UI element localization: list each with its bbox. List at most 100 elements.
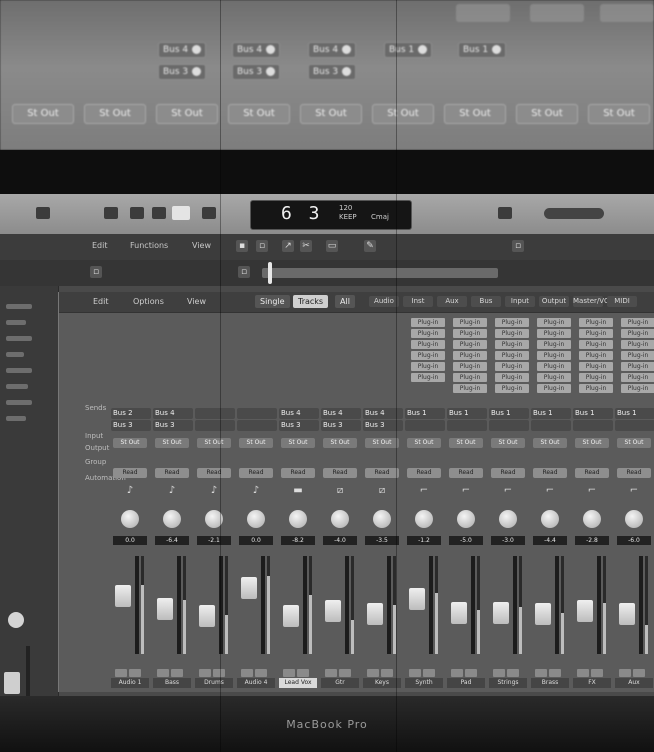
lcd-display[interactable]: 6 3 120 KEEP Cmaj bbox=[250, 200, 412, 230]
volume-fader[interactable] bbox=[325, 600, 341, 623]
volume-fader[interactable] bbox=[157, 597, 173, 620]
channel-name[interactable]: Brass bbox=[531, 678, 569, 688]
pan-knob[interactable] bbox=[499, 510, 517, 528]
send-level-knob-icon[interactable] bbox=[266, 45, 276, 54]
volume-fader[interactable] bbox=[283, 604, 299, 627]
mute-button[interactable] bbox=[493, 669, 505, 677]
automation-mode[interactable]: Read bbox=[449, 468, 483, 478]
send-slot-1[interactable]: Bus 4 bbox=[153, 408, 193, 419]
send-level-knob-icon[interactable] bbox=[192, 67, 202, 76]
output-slot[interactable]: St Out bbox=[281, 438, 315, 448]
send-level-knob-icon[interactable] bbox=[418, 45, 428, 54]
automation-mode[interactable]: Read bbox=[533, 468, 567, 478]
send-slot-1[interactable]: Bus 1 bbox=[531, 408, 571, 419]
pan-knob[interactable] bbox=[541, 510, 559, 528]
zoom-icon[interactable]: ▫ bbox=[512, 240, 524, 252]
channel-name[interactable]: Strings bbox=[489, 678, 527, 688]
output-slot[interactable]: St Out bbox=[113, 438, 147, 448]
volume-fader[interactable] bbox=[199, 605, 215, 628]
output-slot[interactable]: St Out bbox=[617, 438, 651, 448]
volume-fader[interactable] bbox=[451, 601, 467, 624]
region-icon[interactable]: ▫ bbox=[90, 266, 102, 278]
cycle-region[interactable] bbox=[262, 268, 498, 278]
go-to-start-button[interactable] bbox=[104, 207, 118, 219]
mute-button[interactable] bbox=[577, 669, 589, 677]
top-send-slot[interactable]: Bus 1 bbox=[458, 42, 507, 58]
pan-knob[interactable] bbox=[289, 510, 307, 528]
send-slot-2[interactable] bbox=[531, 420, 571, 431]
send-slot-1[interactable]: Bus 1 bbox=[615, 408, 654, 419]
output-slot[interactable]: St Out bbox=[197, 438, 231, 448]
send-slot-2[interactable]: Bus 3 bbox=[363, 420, 403, 431]
send-level-knob-icon[interactable] bbox=[342, 45, 352, 54]
mute-button[interactable] bbox=[619, 669, 631, 677]
list-editors-button[interactable] bbox=[498, 207, 512, 219]
channel-name[interactable]: Synth bbox=[405, 678, 443, 688]
mixer-edit-menu[interactable]: Edit bbox=[93, 297, 109, 306]
volume-fader[interactable] bbox=[619, 603, 635, 626]
mute-button[interactable] bbox=[409, 669, 421, 677]
send-slot-2[interactable] bbox=[573, 420, 613, 431]
top-send-slot[interactable]: Bus 4 bbox=[308, 42, 357, 58]
automation-mode[interactable]: Read bbox=[155, 468, 189, 478]
stop-button[interactable] bbox=[152, 207, 166, 219]
channel-name[interactable]: Gtr bbox=[321, 678, 359, 688]
solo-button[interactable] bbox=[255, 669, 267, 677]
top-output-slot[interactable]: St Out bbox=[156, 104, 218, 124]
top-send-slot[interactable]: Bus 4 bbox=[232, 42, 281, 58]
output-slot[interactable]: St Out bbox=[407, 438, 441, 448]
pan-knob[interactable] bbox=[121, 510, 139, 528]
send-slot-1[interactable]: Bus 1 bbox=[573, 408, 613, 419]
mute-button[interactable] bbox=[241, 669, 253, 677]
send-level-knob-icon[interactable] bbox=[492, 45, 502, 54]
send-slot-2[interactable] bbox=[405, 420, 445, 431]
top-output-slot[interactable]: St Out bbox=[372, 104, 434, 124]
volume-fader[interactable] bbox=[367, 603, 383, 626]
top-send-slot[interactable]: Bus 3 bbox=[232, 64, 281, 80]
channel-name[interactable]: Pad bbox=[447, 678, 485, 688]
channel-name[interactable]: Aux bbox=[615, 678, 653, 688]
send-slot-2[interactable]: Bus 3 bbox=[279, 420, 319, 431]
top-send-slot[interactable]: Bus 1 bbox=[384, 42, 433, 58]
mute-button[interactable] bbox=[115, 669, 127, 677]
mute-button[interactable] bbox=[451, 669, 463, 677]
channel-name[interactable]: Bass bbox=[153, 678, 191, 688]
mute-button[interactable] bbox=[535, 669, 547, 677]
catch-icon[interactable]: ▫ bbox=[256, 240, 268, 252]
solo-button[interactable] bbox=[339, 669, 351, 677]
channel-name[interactable]: Audio 4 bbox=[237, 678, 275, 688]
volume-fader[interactable] bbox=[409, 587, 425, 610]
automation-mode[interactable]: Read bbox=[239, 468, 273, 478]
ruler[interactable]: ▫ ▫ bbox=[0, 260, 654, 286]
top-button[interactable] bbox=[530, 4, 584, 22]
send-slot-2[interactable]: Bus 3 bbox=[321, 420, 361, 431]
top-send-slot[interactable]: Bus 3 bbox=[158, 64, 207, 80]
send-slot-1[interactable]: Bus 4 bbox=[321, 408, 361, 419]
forward-button[interactable] bbox=[130, 207, 144, 219]
scissors-icon[interactable]: ✂ bbox=[300, 240, 312, 252]
solo-button[interactable] bbox=[423, 669, 435, 677]
solo-button[interactable] bbox=[297, 669, 309, 677]
pan-knob[interactable] bbox=[457, 510, 475, 528]
solo-button[interactable] bbox=[507, 669, 519, 677]
mute-button[interactable] bbox=[367, 669, 379, 677]
mute-button[interactable] bbox=[283, 669, 295, 677]
edit-menu[interactable]: Edit bbox=[92, 241, 108, 250]
output-slot[interactable]: St Out bbox=[155, 438, 189, 448]
solo-button[interactable] bbox=[129, 669, 141, 677]
output-slot[interactable]: St Out bbox=[575, 438, 609, 448]
playhead[interactable] bbox=[268, 262, 272, 284]
pan-knob[interactable] bbox=[163, 510, 181, 528]
pan-knob[interactable] bbox=[625, 510, 643, 528]
functions-menu[interactable]: Functions bbox=[130, 241, 168, 250]
top-button[interactable] bbox=[600, 4, 654, 22]
send-slot-2[interactable] bbox=[195, 420, 235, 431]
solo-button[interactable] bbox=[549, 669, 561, 677]
send-level-knob-icon[interactable] bbox=[266, 67, 276, 76]
automation-mode[interactable]: Read bbox=[323, 468, 357, 478]
channel-name[interactable]: FX bbox=[573, 678, 611, 688]
output-slot[interactable]: St Out bbox=[449, 438, 483, 448]
output-slot[interactable]: St Out bbox=[533, 438, 567, 448]
mute-button[interactable] bbox=[199, 669, 211, 677]
output-slot[interactable]: St Out bbox=[323, 438, 357, 448]
